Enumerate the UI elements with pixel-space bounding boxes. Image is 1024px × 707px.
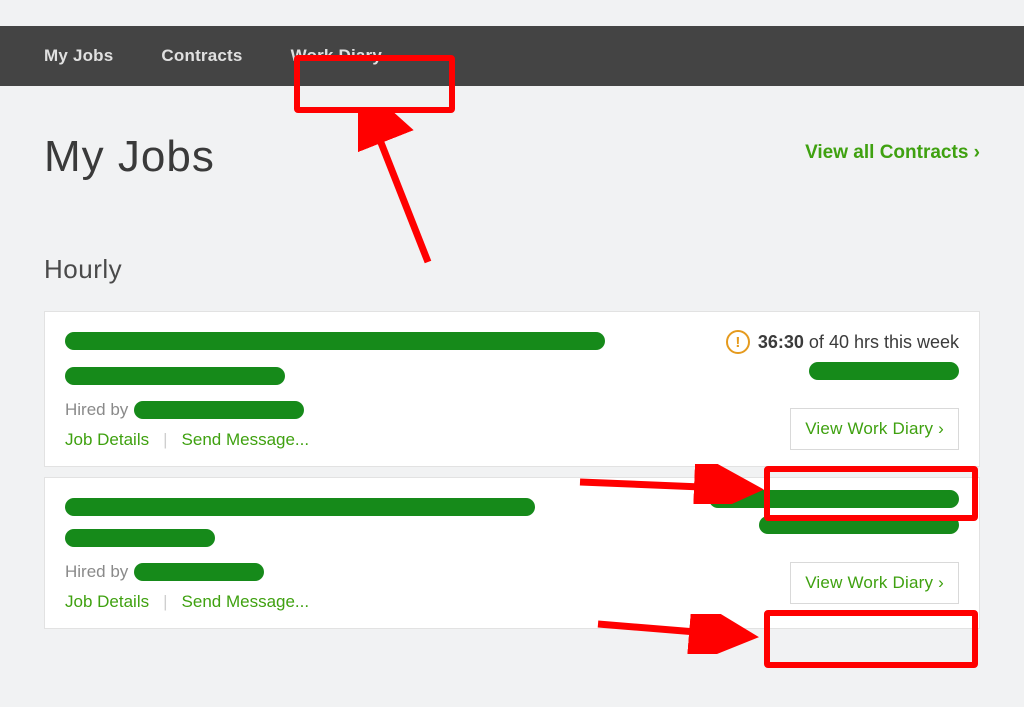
card-right-panel: View Work Diary › [709, 490, 959, 604]
card-right-panel: ! 36:30 of 40 hrs this week View Work Di… [726, 330, 959, 450]
view-work-diary-button[interactable]: View Work Diary › [790, 562, 959, 604]
divider: | [163, 592, 167, 612]
job-card: Hired by Job Details | Send Message... V… [44, 477, 980, 629]
job-card: Hired by Job Details | Send Message... !… [44, 311, 980, 467]
nav-item-contracts[interactable]: Contracts [161, 46, 242, 66]
redacted-text [759, 516, 959, 534]
view-work-diary-button[interactable]: View Work Diary › [790, 408, 959, 450]
hired-by-label: Hired by [65, 562, 128, 582]
hours-of: of [804, 332, 829, 352]
redacted-text [809, 362, 959, 380]
view-all-contracts-link[interactable]: View all Contracts › [805, 142, 980, 164]
nav-item-my-jobs[interactable]: My Jobs [44, 46, 113, 66]
page-body: My Jobs View all Contracts › Hourly Hire… [0, 86, 1024, 629]
redacted-text [65, 367, 285, 385]
redacted-text [65, 498, 535, 516]
hours-cap: 40 hrs this week [829, 332, 959, 352]
divider: | [163, 430, 167, 450]
hours-used: 36:30 [758, 332, 804, 352]
send-message-link[interactable]: Send Message... [182, 592, 310, 612]
job-details-link[interactable]: Job Details [65, 430, 149, 450]
redacted-text [709, 490, 959, 508]
section-title-hourly: Hourly [44, 254, 980, 285]
send-message-link[interactable]: Send Message... [182, 430, 310, 450]
job-details-link[interactable]: Job Details [65, 592, 149, 612]
redacted-text [65, 529, 215, 547]
nav-item-work-diary[interactable]: Work Diary [291, 46, 382, 66]
warning-icon: ! [726, 330, 750, 354]
redacted-text [134, 563, 264, 581]
hours-progress: 36:30 of 40 hrs this week [758, 332, 959, 353]
redacted-text [134, 401, 304, 419]
hired-by-label: Hired by [65, 400, 128, 420]
redacted-text [65, 332, 605, 350]
top-nav: My Jobs Contracts Work Diary [0, 26, 1024, 86]
